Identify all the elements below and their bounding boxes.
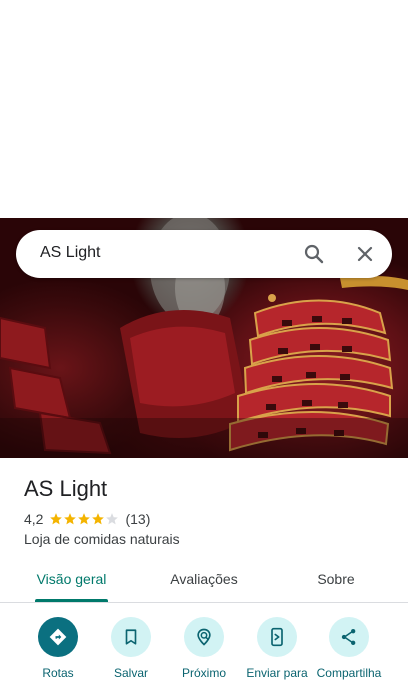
share-icon [341, 629, 356, 645]
rating-row[interactable]: 4,2 (13) [24, 511, 150, 527]
directions-button[interactable]: Rotas [18, 617, 98, 680]
rating-stars [49, 512, 119, 526]
tab-about[interactable]: Sobre [296, 562, 376, 602]
directions-button-circle[interactable] [38, 617, 78, 657]
nearby-icon [197, 628, 211, 646]
nearby-label: Próximo [181, 666, 226, 680]
divider [0, 602, 408, 603]
send-to-phone-button[interactable]: Enviar para [237, 617, 317, 680]
place-category: Loja de comidas naturais [24, 531, 180, 547]
send-to-phone-label: Enviar para [246, 666, 308, 680]
bookmark-icon [125, 629, 137, 645]
tab-reviews[interactable]: Avaliações [150, 562, 258, 602]
save-label: Salvar [113, 666, 148, 680]
directions-label: Rotas [42, 666, 74, 680]
blank-area [0, 0, 408, 218]
star-icon [78, 513, 91, 525]
send-to-phone-button-circle[interactable] [257, 617, 297, 657]
share-button-circle[interactable] [329, 617, 369, 657]
save-button-circle[interactable] [111, 617, 151, 657]
search-icon[interactable] [302, 242, 326, 266]
close-icon[interactable] [353, 242, 377, 266]
search-bar[interactable]: AS Light [16, 230, 392, 278]
tab-overview[interactable]: Visão geral [20, 562, 123, 602]
save-button[interactable]: Salvar [91, 617, 171, 680]
place-name: AS Light [24, 476, 108, 501]
send-to-phone-icon [271, 627, 283, 647]
share-label: Compartilha [316, 666, 382, 680]
reviews-count[interactable]: (13) [125, 511, 150, 527]
nearby-button-circle[interactable] [184, 617, 224, 657]
star-icon [64, 513, 77, 525]
rating-value: 4,2 [24, 511, 44, 527]
action-bar: Rotas Salvar Próximo Enviar para Compart… [0, 617, 408, 680]
search-query[interactable]: AS Light [40, 244, 100, 262]
directions-icon [49, 628, 67, 646]
tab-bar: Visão geral Avaliações Sobre [0, 562, 408, 602]
star-icon [50, 513, 63, 525]
star-empty-icon [106, 513, 119, 525]
nearby-button[interactable]: Próximo [164, 617, 244, 680]
share-button[interactable]: Compartilha [309, 617, 389, 680]
star-icon [92, 513, 105, 525]
